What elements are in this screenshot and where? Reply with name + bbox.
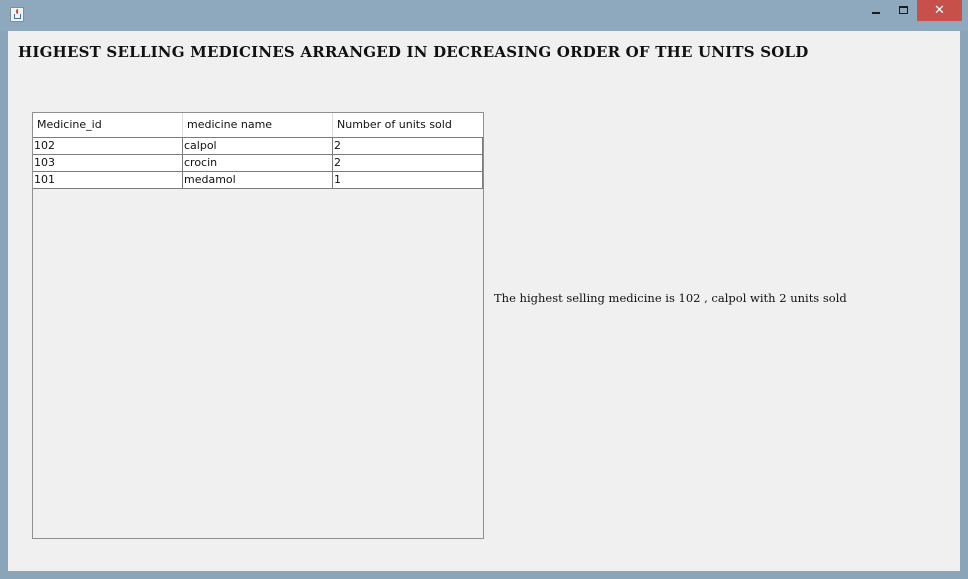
table-header: Medicine_id medicine name Number of unit… xyxy=(33,113,483,138)
minimize-button[interactable] xyxy=(863,0,890,21)
close-icon: ✕ xyxy=(934,3,945,18)
column-header-medicine-name[interactable]: medicine name xyxy=(183,113,333,137)
close-button[interactable]: ✕ xyxy=(917,0,962,21)
cell-medicine-name[interactable]: calpol xyxy=(183,138,333,154)
page-title: HIGHEST SELLING MEDICINES ARRANGED IN DE… xyxy=(18,43,809,61)
table-body: 102 calpol 2 103 crocin 2 101 medamol 1 xyxy=(33,137,483,189)
java-icon[interactable] xyxy=(10,7,24,22)
table-row[interactable]: 103 crocin 2 xyxy=(33,155,483,172)
cell-units-sold[interactable]: 2 xyxy=(333,138,483,154)
column-header-units-sold[interactable]: Number of units sold xyxy=(333,113,483,137)
summary-label: The highest selling medicine is 102 , ca… xyxy=(494,291,847,305)
maximize-button[interactable] xyxy=(890,0,917,21)
cell-units-sold[interactable]: 1 xyxy=(333,172,483,188)
medicines-table[interactable]: Medicine_id medicine name Number of unit… xyxy=(32,112,484,539)
cell-medicine-id[interactable]: 103 xyxy=(33,155,183,171)
cell-medicine-name[interactable]: medamol xyxy=(183,172,333,188)
cell-medicine-id[interactable]: 102 xyxy=(33,138,183,154)
title-bar: ✕ xyxy=(0,0,968,31)
cell-medicine-name[interactable]: crocin xyxy=(183,155,333,171)
table-row[interactable]: 101 medamol 1 xyxy=(33,172,483,189)
column-header-medicine-id[interactable]: Medicine_id xyxy=(33,113,183,137)
window-content: HIGHEST SELLING MEDICINES ARRANGED IN DE… xyxy=(8,31,960,571)
minimize-icon xyxy=(872,12,880,14)
table-row[interactable]: 102 calpol 2 xyxy=(33,137,483,155)
cell-medicine-id[interactable]: 101 xyxy=(33,172,183,188)
java-cup xyxy=(14,14,21,19)
cell-units-sold[interactable]: 2 xyxy=(333,155,483,171)
maximize-icon xyxy=(899,6,908,14)
